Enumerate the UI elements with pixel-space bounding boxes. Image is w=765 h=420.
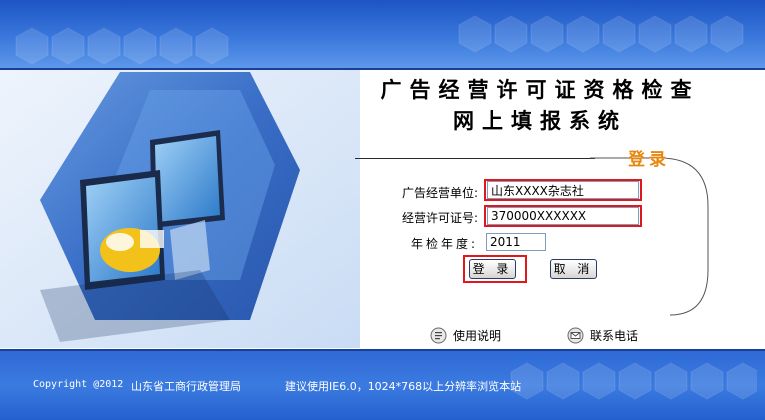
hexagon-pattern — [510, 362, 757, 400]
system-title: 广告经营许可证资格检查 网上填报系统 — [330, 74, 750, 136]
top-banner — [0, 0, 765, 68]
contact-link-label: 联系电话 — [590, 329, 639, 343]
help-link[interactable]: 使用说明 — [430, 327, 501, 344]
unit-label: 广告经营单位: — [401, 186, 478, 200]
help-link-label: 使用说明 — [453, 329, 502, 343]
organization-name: 山东省工商行政管理局 — [131, 380, 241, 393]
inspection-year-input[interactable] — [486, 233, 546, 251]
decorative-computer-illustration — [0, 70, 360, 348]
login-panel-frame — [590, 157, 709, 316]
copyright-text: Copyright @2012 — [33, 379, 124, 390]
year-label: 年检年度: — [410, 237, 478, 251]
license-label: 经营许可证号: — [401, 211, 478, 225]
license-number-input[interactable] — [487, 207, 639, 225]
title-line-2: 网上填报系统 — [453, 108, 627, 133]
cancel-button[interactable]: 取 消 — [550, 259, 597, 279]
login-heading: 登录 — [628, 150, 670, 170]
envelope-icon — [567, 327, 584, 344]
login-panel-top-line — [355, 158, 595, 159]
hexagon-pattern — [15, 27, 229, 65]
contact-link[interactable]: 联系电话 — [567, 327, 638, 344]
title-line-1: 广告经营许可证资格检查 — [380, 77, 700, 102]
document-icon — [430, 327, 447, 344]
browser-hint: 建议使用IE6.0，1024*768以上分辨率浏览本站 — [285, 380, 522, 393]
hexagon-pattern — [458, 15, 744, 53]
login-button[interactable]: 登 录 — [469, 259, 516, 279]
unit-input[interactable] — [487, 181, 639, 199]
